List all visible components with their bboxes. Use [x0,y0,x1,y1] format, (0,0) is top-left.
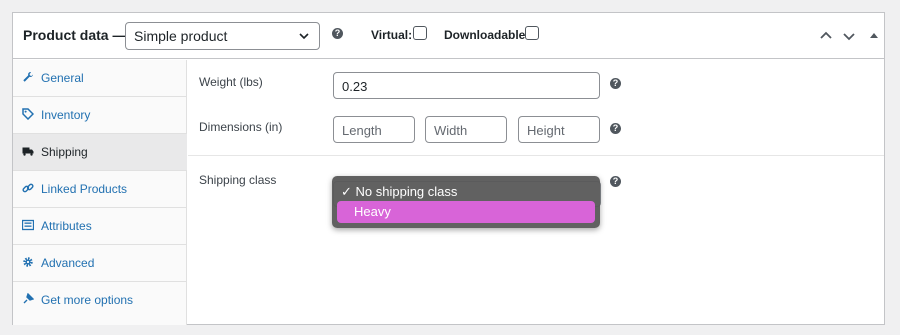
product-type-select[interactable]: Simple product [125,22,320,50]
shipping-class-dropdown: ✓ No shipping class Heavy [332,176,600,228]
section-divider [188,155,884,156]
link-icon [22,183,34,193]
weight-input[interactable]: 0.23 [333,72,600,99]
length-input[interactable]: Length [333,116,415,143]
shipping-class-label: Shipping class [199,173,277,187]
tab-advanced-label: Advanced [41,256,95,270]
plugin-icon [23,293,34,304]
wrench-icon [23,72,33,82]
tab-advanced[interactable]: Advanced [13,245,187,282]
help-icon[interactable]: ? [332,28,343,39]
chevron-down-icon[interactable] [841,28,857,44]
tab-get-more-options[interactable]: Get more options [13,282,187,319]
product-type-value: Simple product [134,28,228,44]
width-input[interactable]: Width [425,116,507,143]
weight-value: 0.23 [342,79,368,94]
dimensions-label: Dimensions (in) [199,120,283,134]
height-placeholder: Height [527,123,565,138]
product-data-panel: Product data — Simple product ? Virtual:… [12,12,885,325]
tab-get-more-options-label: Get more options [41,293,134,307]
virtual-label: Virtual: [371,28,413,42]
option-heavy[interactable]: Heavy [337,201,595,223]
truck-icon [22,147,34,156]
tag-icon [22,108,34,120]
length-placeholder: Length [342,123,382,138]
list-icon [22,219,34,231]
downloadable-checkbox[interactable] [525,26,539,40]
gear-icon [23,257,33,267]
tab-attributes[interactable]: Attributes [13,208,187,245]
collapse-toggle-icon[interactable] [866,28,882,44]
tab-linked-products-label: Linked Products [41,182,128,196]
tab-linked-products[interactable]: Linked Products [13,171,187,208]
tab-inventory-label: Inventory [41,108,91,122]
virtual-checkbox[interactable] [413,26,427,40]
tab-shipping-label: Shipping [41,145,88,159]
option-no-shipping-class[interactable]: ✓ No shipping class [341,184,457,200]
tab-general[interactable]: General [13,60,187,97]
height-input[interactable]: Height [518,116,600,143]
help-icon[interactable]: ? [610,176,621,187]
width-placeholder: Width [434,123,468,138]
tab-general-label: General [41,71,84,85]
panel-header: Product data — Simple product ? Virtual:… [13,13,884,59]
help-icon[interactable]: ? [610,78,621,89]
tab-attributes-label: Attributes [41,219,92,233]
downloadable-label: Downloadable: [444,28,530,42]
chevron-down-icon [299,33,309,40]
panel-title: Product data — [23,27,127,43]
tab-inventory[interactable]: Inventory [13,97,187,134]
tab-shipping[interactable]: Shipping [13,134,187,171]
weight-label: Weight (lbs) [199,75,263,89]
product-data-tabs: General Inventory Shipping Linked Produc… [13,60,187,325]
chevron-up-icon[interactable] [818,28,834,44]
help-icon[interactable]: ? [610,123,621,134]
